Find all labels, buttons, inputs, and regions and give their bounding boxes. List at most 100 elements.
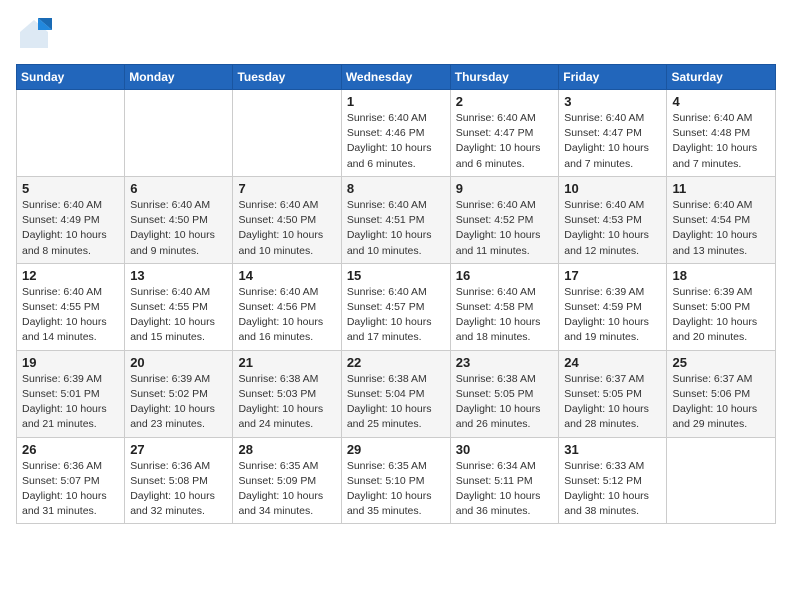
week-row-4: 19 Sunrise: 6:39 AM Sunset: 5:01 PM Dayli… <box>17 350 776 437</box>
day-info: Sunrise: 6:37 AM Sunset: 5:06 PM Dayligh… <box>672 372 770 433</box>
week-row-3: 12Sunrise: 6:40 AM Sunset: 4:55 PM Dayli… <box>17 263 776 350</box>
day-number: 10 <box>564 181 661 196</box>
day-info: Sunrise: 6:35 AM Sunset: 5:10 PM Dayligh… <box>347 459 445 520</box>
calendar-cell: 13 Sunrise: 6:40 AM Sunset: 4:55 PM Dayli… <box>125 263 233 350</box>
day-info: Sunrise: 6:36 AM Sunset: 5:08 PM Dayligh… <box>130 459 227 520</box>
calendar-cell: 6 Sunrise: 6:40 AM Sunset: 4:50 PM Daylig… <box>125 176 233 263</box>
week-row-2: 5 Sunrise: 6:40 AM Sunset: 4:49 PM Daylig… <box>17 176 776 263</box>
day-number: 4 <box>672 94 770 109</box>
day-number: 28 <box>238 442 335 457</box>
calendar-cell: 16Sunrise: 6:40 AM Sunset: 4:58 PM Dayli… <box>450 263 559 350</box>
calendar-cell: 9 Sunrise: 6:40 AM Sunset: 4:52 PM Daylig… <box>450 176 559 263</box>
day-info: Sunrise: 6:40 AM Sunset: 4:55 PM Dayligh… <box>130 285 227 346</box>
day-info: Sunrise: 6:40 AM Sunset: 4:46 PM Dayligh… <box>347 111 445 172</box>
calendar-cell: 23 Sunrise: 6:38 AM Sunset: 5:05 PM Dayli… <box>450 350 559 437</box>
calendar-cell: 18 Sunrise: 6:39 AM Sunset: 5:00 PM Dayli… <box>667 263 776 350</box>
calendar-cell: 12Sunrise: 6:40 AM Sunset: 4:55 PM Dayli… <box>17 263 125 350</box>
day-info: Sunrise: 6:33 AM Sunset: 5:12 PM Dayligh… <box>564 459 661 520</box>
day-number: 18 <box>672 268 770 283</box>
weekday-header-monday: Monday <box>125 65 233 90</box>
day-number: 27 <box>130 442 227 457</box>
weekday-header-wednesday: Wednesday <box>341 65 450 90</box>
logo <box>16 16 56 52</box>
calendar-cell: 19 Sunrise: 6:39 AM Sunset: 5:01 PM Dayli… <box>17 350 125 437</box>
day-number: 26 <box>22 442 119 457</box>
page-header <box>16 16 776 52</box>
day-info: Sunrise: 6:40 AM Sunset: 4:47 PM Dayligh… <box>456 111 554 172</box>
day-info: Sunrise: 6:36 AM Sunset: 5:07 PM Dayligh… <box>22 459 119 520</box>
calendar-cell: 24 Sunrise: 6:37 AM Sunset: 5:05 PM Dayli… <box>559 350 667 437</box>
day-number: 14 <box>238 268 335 283</box>
weekday-header-tuesday: Tuesday <box>233 65 341 90</box>
day-info: Sunrise: 6:38 AM Sunset: 5:04 PM Dayligh… <box>347 372 445 433</box>
calendar-cell: 3Sunrise: 6:40 AM Sunset: 4:47 PM Daylig… <box>559 90 667 177</box>
day-info: Sunrise: 6:39 AM Sunset: 5:01 PM Dayligh… <box>22 372 119 433</box>
day-number: 23 <box>456 355 554 370</box>
calendar-cell: 15Sunrise: 6:40 AM Sunset: 4:57 PM Dayli… <box>341 263 450 350</box>
calendar-cell: 22Sunrise: 6:38 AM Sunset: 5:04 PM Dayli… <box>341 350 450 437</box>
day-number: 17 <box>564 268 661 283</box>
day-info: Sunrise: 6:38 AM Sunset: 5:05 PM Dayligh… <box>456 372 554 433</box>
day-number: 31 <box>564 442 661 457</box>
day-number: 2 <box>456 94 554 109</box>
weekday-header-row: SundayMondayTuesdayWednesdayThursdayFrid… <box>17 65 776 90</box>
day-info: Sunrise: 6:34 AM Sunset: 5:11 PM Dayligh… <box>456 459 554 520</box>
calendar-table: SundayMondayTuesdayWednesdayThursdayFrid… <box>16 64 776 524</box>
day-info: Sunrise: 6:40 AM Sunset: 4:50 PM Dayligh… <box>130 198 227 259</box>
weekday-header-thursday: Thursday <box>450 65 559 90</box>
calendar-cell: 21 Sunrise: 6:38 AM Sunset: 5:03 PM Dayli… <box>233 350 341 437</box>
calendar-cell: 20Sunrise: 6:39 AM Sunset: 5:02 PM Dayli… <box>125 350 233 437</box>
week-row-1: 1 Sunrise: 6:40 AM Sunset: 4:46 PM Daylig… <box>17 90 776 177</box>
calendar-cell: 5 Sunrise: 6:40 AM Sunset: 4:49 PM Daylig… <box>17 176 125 263</box>
day-number: 24 <box>564 355 661 370</box>
weekday-header-saturday: Saturday <box>667 65 776 90</box>
calendar-cell: 26 Sunrise: 6:36 AM Sunset: 5:07 PM Dayli… <box>17 437 125 524</box>
day-info: Sunrise: 6:40 AM Sunset: 4:47 PM Dayligh… <box>564 111 661 172</box>
day-number: 5 <box>22 181 119 196</box>
day-info: Sunrise: 6:40 AM Sunset: 4:53 PM Dayligh… <box>564 198 661 259</box>
day-number: 9 <box>456 181 554 196</box>
calendar-cell <box>125 90 233 177</box>
calendar-cell: 1 Sunrise: 6:40 AM Sunset: 4:46 PM Daylig… <box>341 90 450 177</box>
calendar-cell: 29 Sunrise: 6:35 AM Sunset: 5:10 PM Dayli… <box>341 437 450 524</box>
day-info: Sunrise: 6:40 AM Sunset: 4:54 PM Dayligh… <box>672 198 770 259</box>
day-info: Sunrise: 6:40 AM Sunset: 4:52 PM Dayligh… <box>456 198 554 259</box>
day-info: Sunrise: 6:40 AM Sunset: 4:55 PM Dayligh… <box>22 285 119 346</box>
day-number: 21 <box>238 355 335 370</box>
calendar-cell: 7 Sunrise: 6:40 AM Sunset: 4:50 PM Daylig… <box>233 176 341 263</box>
day-info: Sunrise: 6:39 AM Sunset: 5:00 PM Dayligh… <box>672 285 770 346</box>
day-info: Sunrise: 6:39 AM Sunset: 4:59 PM Dayligh… <box>564 285 661 346</box>
day-info: Sunrise: 6:39 AM Sunset: 5:02 PM Dayligh… <box>130 372 227 433</box>
calendar-cell: 14 Sunrise: 6:40 AM Sunset: 4:56 PM Dayli… <box>233 263 341 350</box>
day-info: Sunrise: 6:37 AM Sunset: 5:05 PM Dayligh… <box>564 372 661 433</box>
day-number: 6 <box>130 181 227 196</box>
day-info: Sunrise: 6:40 AM Sunset: 4:56 PM Dayligh… <box>238 285 335 346</box>
calendar-cell: 8Sunrise: 6:40 AM Sunset: 4:51 PM Daylig… <box>341 176 450 263</box>
calendar-cell: 2 Sunrise: 6:40 AM Sunset: 4:47 PM Daylig… <box>450 90 559 177</box>
calendar-cell: 31 Sunrise: 6:33 AM Sunset: 5:12 PM Dayli… <box>559 437 667 524</box>
calendar-cell <box>667 437 776 524</box>
day-info: Sunrise: 6:40 AM Sunset: 4:50 PM Dayligh… <box>238 198 335 259</box>
day-number: 19 <box>22 355 119 370</box>
day-number: 7 <box>238 181 335 196</box>
day-info: Sunrise: 6:40 AM Sunset: 4:57 PM Dayligh… <box>347 285 445 346</box>
day-number: 1 <box>347 94 445 109</box>
day-info: Sunrise: 6:38 AM Sunset: 5:03 PM Dayligh… <box>238 372 335 433</box>
day-info: Sunrise: 6:40 AM Sunset: 4:49 PM Dayligh… <box>22 198 119 259</box>
calendar-cell: 4 Sunrise: 6:40 AM Sunset: 4:48 PM Daylig… <box>667 90 776 177</box>
week-row-5: 26 Sunrise: 6:36 AM Sunset: 5:07 PM Dayli… <box>17 437 776 524</box>
day-number: 30 <box>456 442 554 457</box>
calendar-cell <box>233 90 341 177</box>
day-number: 29 <box>347 442 445 457</box>
day-info: Sunrise: 6:40 AM Sunset: 4:48 PM Dayligh… <box>672 111 770 172</box>
day-info: Sunrise: 6:40 AM Sunset: 4:58 PM Dayligh… <box>456 285 554 346</box>
logo-icon <box>16 16 52 52</box>
calendar-cell: 28Sunrise: 6:35 AM Sunset: 5:09 PM Dayli… <box>233 437 341 524</box>
calendar-cell: 17 Sunrise: 6:39 AM Sunset: 4:59 PM Dayli… <box>559 263 667 350</box>
calendar-cell: 30 Sunrise: 6:34 AM Sunset: 5:11 PM Dayli… <box>450 437 559 524</box>
calendar-cell: 25Sunrise: 6:37 AM Sunset: 5:06 PM Dayli… <box>667 350 776 437</box>
calendar-cell: 11Sunrise: 6:40 AM Sunset: 4:54 PM Dayli… <box>667 176 776 263</box>
calendar-cell: 10 Sunrise: 6:40 AM Sunset: 4:53 PM Dayli… <box>559 176 667 263</box>
day-number: 13 <box>130 268 227 283</box>
calendar-cell: 27 Sunrise: 6:36 AM Sunset: 5:08 PM Dayli… <box>125 437 233 524</box>
